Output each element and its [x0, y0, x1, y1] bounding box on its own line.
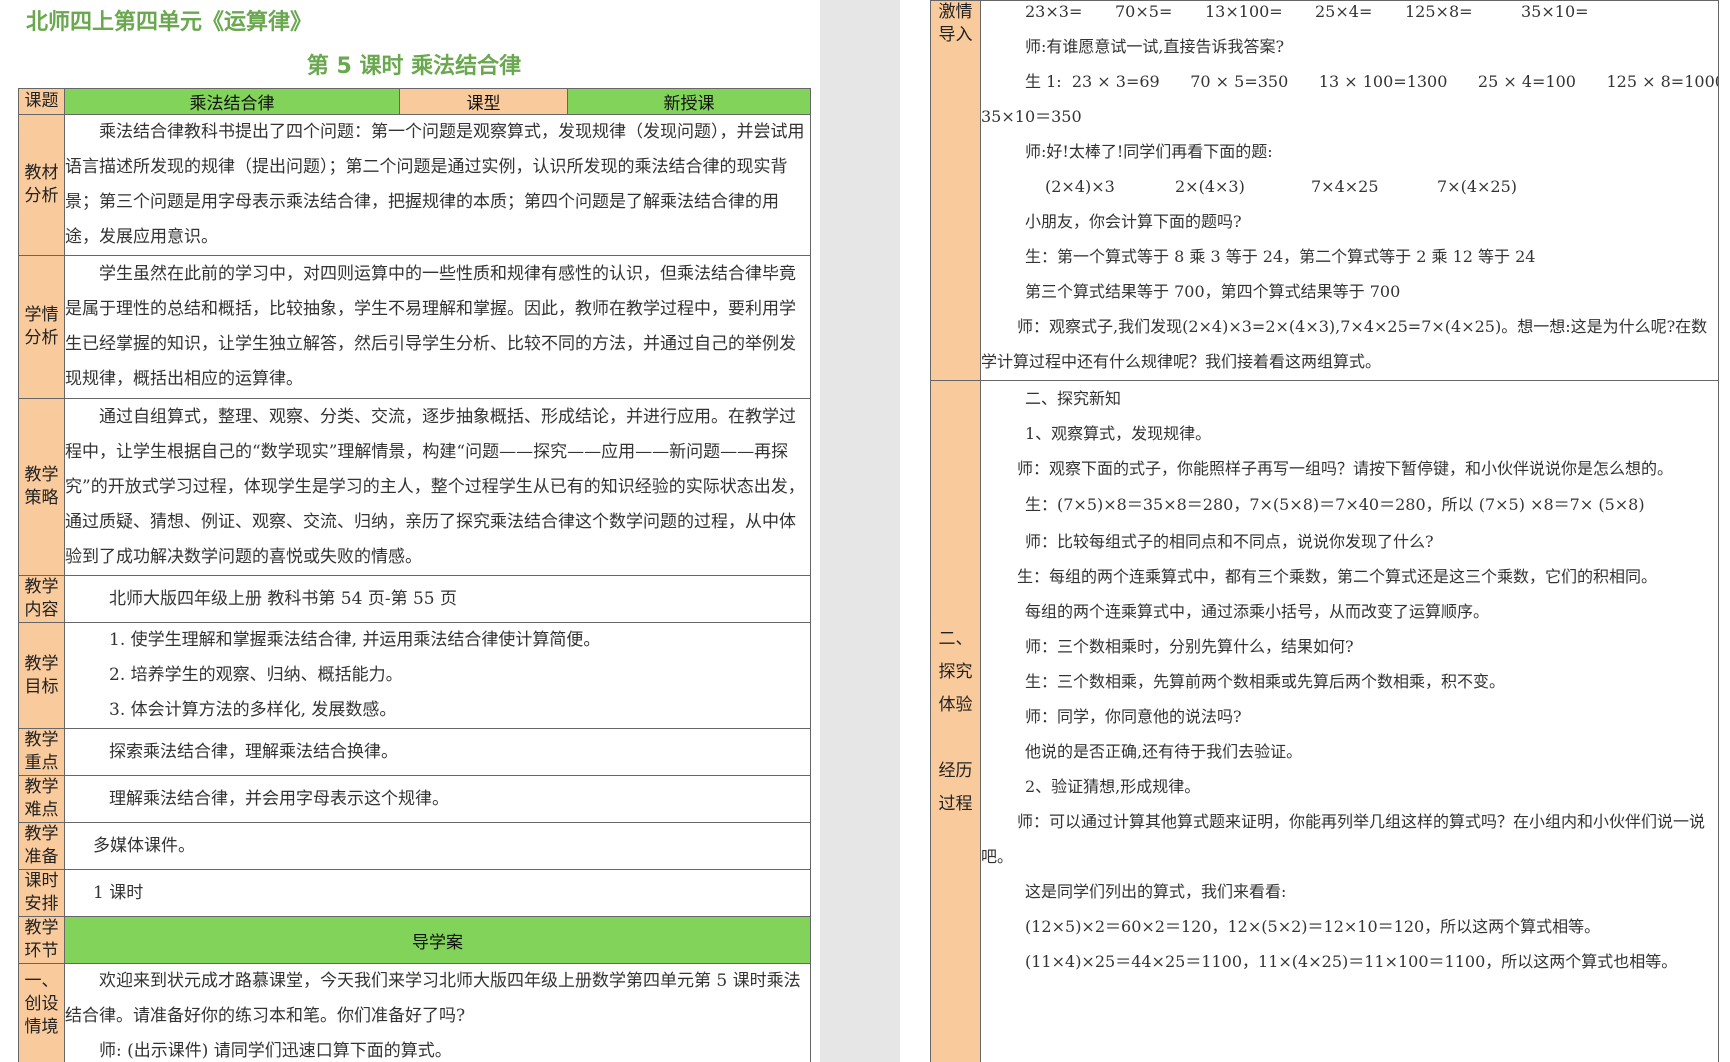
row-schedule: 课时安排 1 课时 [18, 869, 811, 917]
prep-label: 教学准备 [18, 822, 65, 870]
type-value: 新授课 [567, 88, 811, 115]
teacher-remark-1: 师：观察式子,我们发现(2×4)×3=2×(4×3),7×4×25=7×(4×2… [981, 317, 1708, 371]
strategy-label: 教学策略 [18, 398, 65, 576]
schedule-text: 1 课时 [93, 882, 144, 903]
warmup-label: 激情导入 [930, 0, 981, 381]
explore-label-line: 过程 [938, 793, 973, 814]
explore-label: 二、 探究 体验 经历 过程 [930, 380, 981, 1062]
note-line: 这是同学们列出的算式，我们来看看: [1025, 882, 1287, 901]
student-answer-2-cont: 第三个算式结果等于 700，第四个算式结果等于 700 [1025, 282, 1401, 301]
students-text: 学生虽然在此前的学习中，对四则运算中的一些性质和规律有感性的认识，但乘法结合律毕… [65, 264, 796, 389]
student-line: 生：三个数相乘，先算前两个数相乘或先算后两个数相乘，积不变。 [1025, 672, 1506, 691]
calc-item: 70×5= [1115, 2, 1173, 21]
goal-item: 2. 培养学生的观察、归纳、概括能力。 [109, 665, 403, 685]
goal-item: 3. 体会计算方法的多样化, 发展数感。 [109, 700, 397, 720]
row-content: 教学内容 北师大版四年级上册 教科书第 54 页-第 55 页 [18, 575, 811, 623]
phase-label: 教学环节 [18, 916, 65, 964]
schedule-label: 课时安排 [18, 869, 65, 917]
teacher-line: 师：同学，你同意他的说法吗? [1025, 707, 1242, 726]
student-answer-2: 生：第一个算式等于 8 乘 3 等于 24，第二个算式等于 2 乘 12 等于 … [1025, 247, 1536, 266]
goals-label: 教学目标 [18, 622, 65, 729]
prep-text: 多媒体课件。 [93, 835, 195, 856]
explore-label-line: 经历 [938, 760, 973, 781]
goal-item: 1. 使学生理解和掌握乘法结合律, 并运用乘法结合律使计算简便。 [109, 630, 601, 650]
subsection-heading: 1、观察算式，发现规律。 [1025, 424, 1212, 443]
explore-label-line: 探究 [938, 661, 973, 682]
lesson-subtitle: 第 5 课时 乘法结合律 [306, 54, 522, 79]
intro-label: 一、创设情境 [18, 963, 65, 1062]
row-prep: 教学准备 多媒体课件。 [18, 822, 811, 870]
calc-item: 125×8= [1405, 2, 1473, 21]
teacher-question-2: 师:好!太棒了!同学们再看下面的题: [1025, 142, 1273, 161]
expression-item: 7×4×25 [1311, 177, 1379, 196]
textbook-label: 教材分析 [18, 114, 65, 256]
teacher-question-3: 小朋友，你会计算下面的题吗? [1025, 212, 1242, 231]
key-text: 探索乘法结合律，理解乘法结合换律。 [109, 741, 398, 762]
row-difficulty: 教学难点 理解乘法结合律，并会用字母表示这个规律。 [18, 775, 811, 823]
intro-text: 欢迎来到状元成才路慕课堂，今天我们来学习北师大版四年级上册数学第四单元第 5 课… [65, 971, 801, 1026]
explore-label-line: 体验 [938, 694, 973, 715]
row-warmup: 激情导入 23×3= 70×5= 13×100= 25×4= 125×8= 35×10= … [930, 0, 1719, 381]
document-title: 北师四上第四单元《运算律》 [26, 10, 313, 35]
expression-line: (2×4)×3 2×(4×3) 7×4×25 7×(4×25) [982, 169, 1718, 204]
lesson-process-table: 激情导入 23×3= 70×5= 13×100= 25×4= 125×8= 35×10= … [930, 0, 1719, 1062]
note-line: 他说的是否正确,还有待于我们去验证。 [1025, 742, 1303, 761]
content-label: 教学内容 [18, 575, 65, 623]
expression-item: 2×(4×3) [1175, 177, 1245, 196]
page-left: 北师四上第四单元《运算律》 第 5 课时 乘法结合律 课题 乘法结合律 课型 新… [0, 0, 820, 1062]
difficulty-label: 教学难点 [18, 775, 65, 823]
expression-item: (2×4)×3 [1045, 177, 1115, 196]
expression-item: 7×(4×25) [1437, 177, 1518, 196]
oral-calc-line: 23×3= 70×5= 13×100= 25×4= 125×8= 35×10= [982, 2, 1718, 30]
textbook-text: 乘法结合律教科书提出了四个问题：第一个问题是观察算式，发现规律（发现问题），并尝… [65, 122, 805, 247]
student-line: 生：每组的两个连乘算式中，都有三个乘数，第二个算式还是这三个乘数，它们的积相同。 [1017, 567, 1658, 586]
content-text: 北师大版四年级上册 教科书第 54 页-第 55 页 [109, 588, 458, 609]
strategy-text: 通过自组算式，整理、观察、分类、交流，逐步抽象概括、形成结论，并进行应用。在教学… [65, 406, 805, 567]
student-answer-1: 生 1: 23 × 3=69 70 × 5=350 13 × 100=1300 … [1025, 72, 1719, 91]
teacher-line: 师：观察下面的式子，你能照样子再写一组吗？请按下暂停键，和小伙伴说说你是怎么想的… [1017, 459, 1674, 478]
difficulty-text: 理解乘法结合律，并会用字母表示这个规律。 [109, 788, 449, 809]
row-phase: 教学环节 导学案 [18, 916, 811, 964]
calc-item: 35×10= [1521, 2, 1589, 21]
intro-teacher-line: 师: (出示课件) 请同学们迅速口算下面的算式。 [99, 1041, 452, 1061]
students-label: 学情分析 [18, 255, 65, 399]
row-explore: 二、 探究 体验 经历 过程 二、探究新知 1、观察算式，发现规律。 师：观察下… [930, 380, 1719, 1062]
topic-value: 乘法结合律 [64, 88, 400, 115]
lesson-plan-table: 课题 乘法结合律 课型 新授课 教材分析 乘法结合律教科书提出了四个问题：第一个… [18, 88, 811, 1062]
calc-item: 25×4= [1315, 2, 1373, 21]
example-line: (11×4)×25＝44×25＝1100，11×(4×25)＝11×100＝11… [1025, 952, 1678, 971]
type-label: 课型 [399, 88, 568, 115]
subsection-heading: 2、验证猜想,形成规律。 [1025, 777, 1201, 796]
explore-label-spacer [931, 722, 980, 755]
header-row: 课题 乘法结合律 课型 新授课 [18, 88, 811, 115]
page-right: 激情导入 23×3= 70×5= 13×100= 25×4= 125×8= 35×10= … [900, 0, 1730, 1062]
row-goals: 教学目标 1. 使学生理解和掌握乘法结合律, 并运用乘法结合律使计算简便。 2.… [18, 622, 811, 729]
row-intro: 一、创设情境 欢迎来到状元成才路慕课堂，今天我们来学习北师大版四年级上册数学第四… [18, 963, 811, 1062]
row-key: 教学重点 探索乘法结合律，理解乘法结合换律。 [18, 728, 811, 776]
warmup-label-text: 激情导入 [938, 2, 973, 45]
student-line: 生：(7×5)×8＝35×8＝280，7×(5×8)＝7×40＝280，所以 (… [1025, 495, 1645, 514]
phase-value: 导学案 [64, 916, 811, 964]
teacher-line: 师：比较每组式子的相同点和不同点，说说你发现了什么? [1025, 532, 1434, 551]
row-strategy: 教学策略 通过自组算式，整理、观察、分类、交流，逐步抽象概括、形成结论，并进行应… [18, 398, 811, 576]
section-heading: 二、探究新知 [1025, 389, 1122, 408]
calc-item: 23×3= [1025, 2, 1083, 21]
row-students: 学情分析 学生虽然在此前的学习中，对四则运算中的一些性质和规律有感性的认识，但乘… [18, 255, 811, 399]
row-textbook: 教材分析 乘法结合律教科书提出了四个问题：第一个问题是观察算式，发现规律（发现问… [18, 114, 811, 256]
note-line: 每组的两个连乘算式中，通过添乘小括号，从而改变了运算顺序。 [1025, 602, 1490, 621]
key-label: 教学重点 [18, 728, 65, 776]
topic-label: 课题 [18, 88, 65, 115]
teacher-question-1: 师:有谁愿意试一试,直接告诉我答案? [1025, 37, 1285, 56]
example-line: (12×5)×2＝60×2＝120，12×(5×2)＝12×10＝120，所以这… [1025, 917, 1601, 936]
calc-item: 13×100= [1205, 2, 1283, 21]
explore-label-line: 二、 [938, 628, 973, 649]
teacher-line: 师：可以通过计算其他算式题来证明，你能再列举几组这样的算式吗？在小组内和小伙伴们… [981, 812, 1706, 866]
teacher-line: 师：三个数相乘时，分别先算什么，结果如何? [1025, 637, 1354, 656]
student-answer-1-cont: 35×10＝350 [981, 107, 1082, 126]
